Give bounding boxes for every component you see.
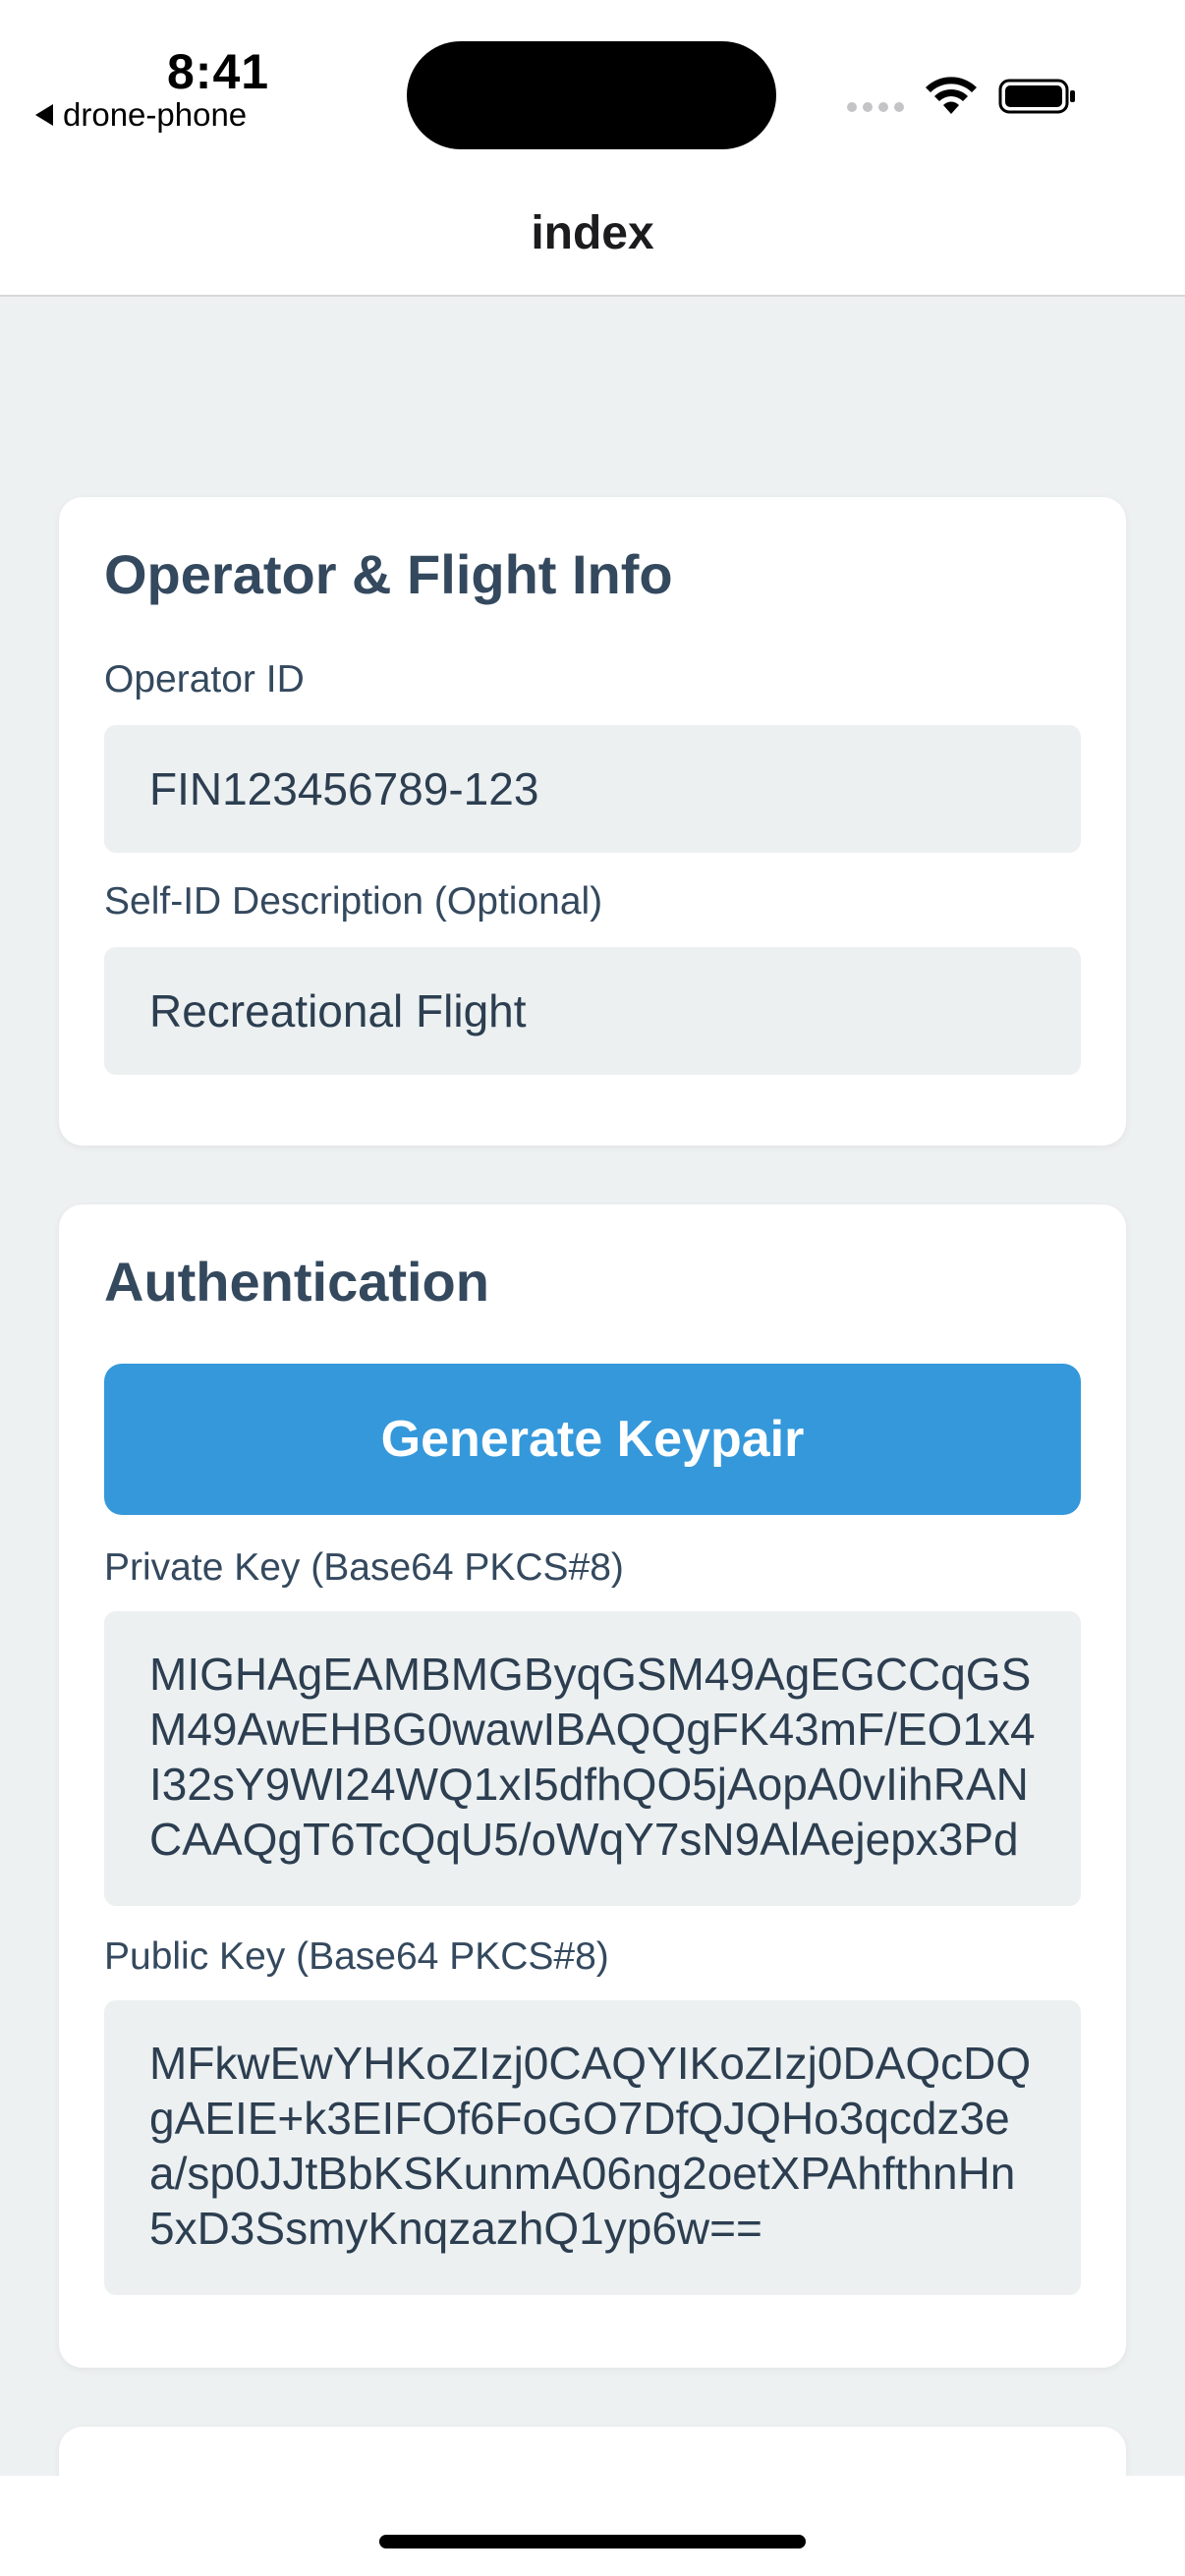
public-key-label: Public Key (Base64 PKCS#8) xyxy=(104,1935,609,1978)
self-id-label: Self-ID Description (Optional) xyxy=(104,880,603,923)
scroll-content[interactable]: Operator & Flight Info Operator ID FIN12… xyxy=(0,297,1185,2476)
bottom-safe-area xyxy=(0,2476,1185,2576)
operator-id-label: Operator ID xyxy=(104,658,305,700)
dynamic-island xyxy=(407,41,776,149)
cellular-signal-icon xyxy=(847,102,904,112)
back-arrow-icon xyxy=(35,104,53,126)
status-time: 8:41 xyxy=(167,44,270,99)
private-key-field[interactable]: MIGHAgEAMBMGByqGSM49AgEGCCqGSM49AwEHBG0w… xyxy=(104,1611,1081,1906)
wifi-icon xyxy=(926,77,977,114)
next-card-partial xyxy=(59,2427,1126,2476)
authentication-card-title: Authentication xyxy=(104,1251,489,1313)
authentication-card: Authentication Generate Keypair Private … xyxy=(59,1204,1126,2368)
back-to-app-link[interactable]: drone-phone xyxy=(35,96,247,134)
operator-flight-info-card: Operator & Flight Info Operator ID FIN12… xyxy=(59,497,1126,1146)
operator-card-title: Operator & Flight Info xyxy=(104,543,673,605)
battery-icon xyxy=(998,79,1075,114)
home-indicator[interactable] xyxy=(379,2535,806,2548)
back-app-label: drone-phone xyxy=(63,96,248,133)
self-id-input[interactable]: Recreational Flight xyxy=(104,947,1081,1075)
page-title: index xyxy=(531,207,654,259)
navigation-bar: index xyxy=(0,177,1185,297)
status-bar: 8:41 drone-phone xyxy=(0,0,1185,177)
generate-keypair-button[interactable]: Generate Keypair xyxy=(104,1364,1081,1515)
private-key-label: Private Key (Base64 PKCS#8) xyxy=(104,1546,624,1589)
operator-id-input[interactable]: FIN123456789-123 xyxy=(104,725,1081,853)
public-key-field[interactable]: MFkwEwYHKoZIzj0CAQYIKoZIzj0DAQcDQgAEIE+k… xyxy=(104,2000,1081,2295)
